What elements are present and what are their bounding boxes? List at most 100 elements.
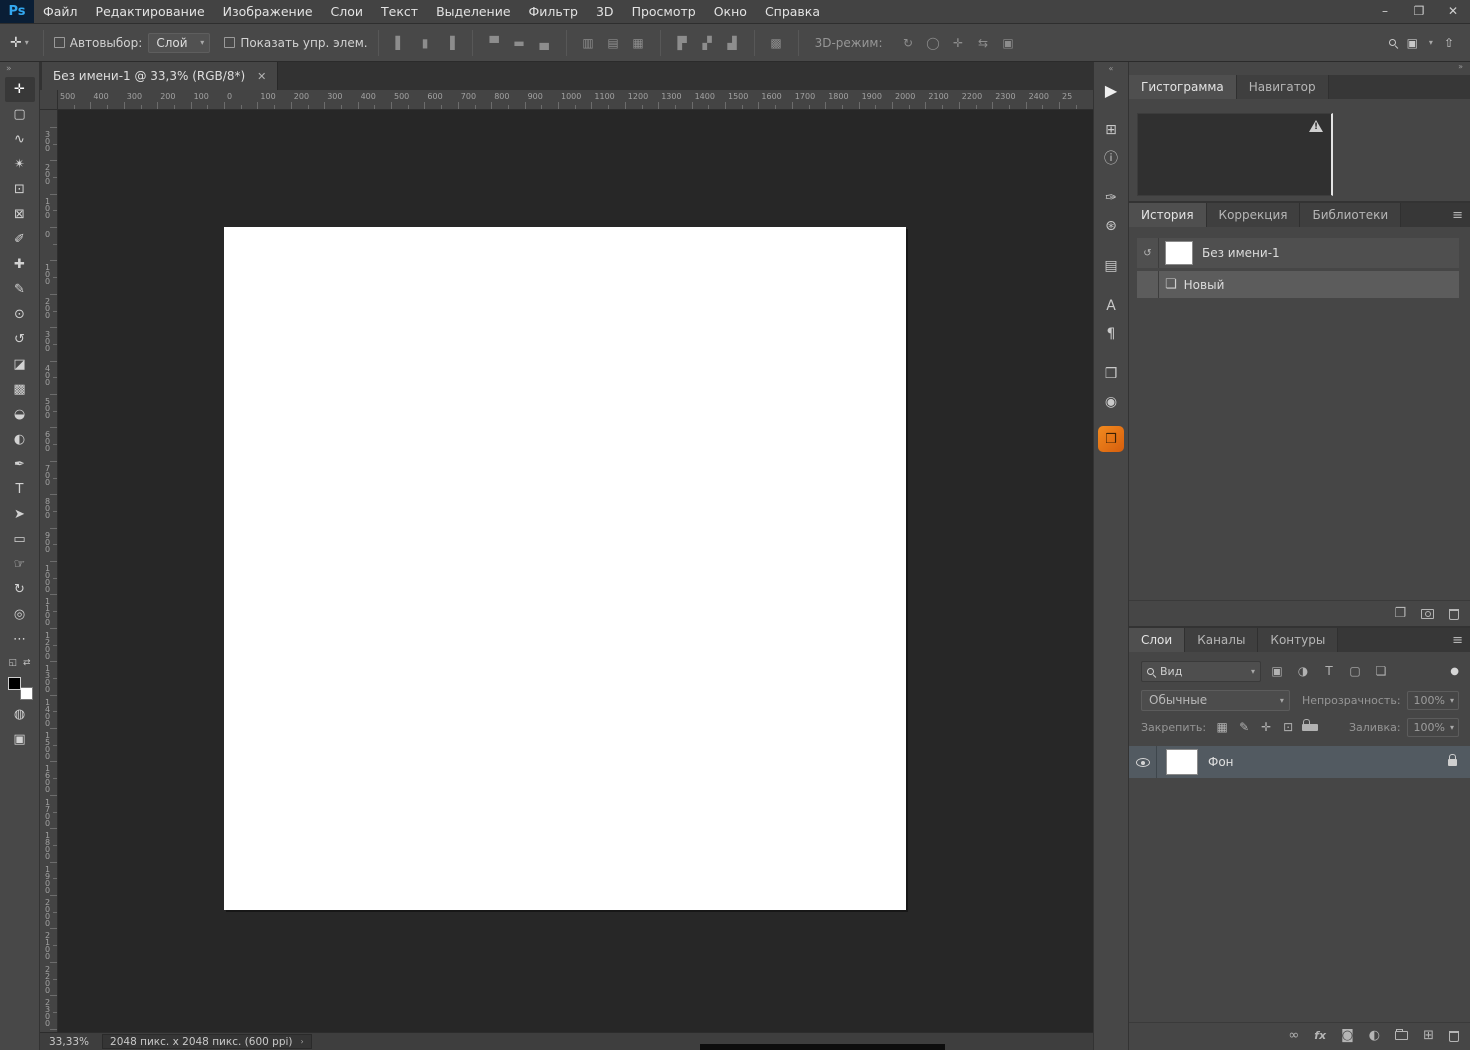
layer-thumbnail[interactable]	[1166, 749, 1198, 775]
tab-коррекция[interactable]: Коррекция	[1206, 203, 1301, 227]
align-horizontal-center-icon[interactable]: ▮	[414, 36, 437, 50]
dodge-tool[interactable]: ◐	[5, 427, 35, 452]
screen-mode-button[interactable]: ▣	[5, 727, 35, 752]
drag-3d-camera-icon[interactable]: ✛	[947, 36, 970, 50]
document-info-field[interactable]: 2048 пикс. x 2048 пикс. (600 ppi) ›	[102, 1034, 312, 1049]
delete-state-icon[interactable]	[1449, 609, 1459, 620]
tab-история[interactable]: История	[1129, 203, 1207, 227]
orbit-3d-camera-icon[interactable]: ↻	[897, 36, 920, 50]
fill-field[interactable]: 100% ▾	[1406, 717, 1459, 737]
crop-tool[interactable]: ⊡	[5, 177, 35, 202]
layer-visibility-cell[interactable]	[1129, 746, 1157, 778]
lock-all-icon[interactable]	[1302, 718, 1319, 731]
brush-tool[interactable]: ✎	[5, 277, 35, 302]
new-layer-icon[interactable]: ⊞	[1423, 1028, 1434, 1043]
new-document-from-state-icon[interactable]: ❐	[1394, 606, 1406, 621]
menubar-item[interactable]: Просмотр	[623, 0, 705, 23]
filtering-toggle-icon[interactable]: ●	[1450, 666, 1459, 677]
layers-panel-menu-icon[interactable]: ≡	[1444, 628, 1470, 652]
rectangle-tool[interactable]: ▭	[5, 527, 35, 552]
clone-stamp-tool[interactable]: ⊙	[5, 302, 35, 327]
history-snapshot-row[interactable]: ↺ Без имени-1	[1137, 238, 1459, 268]
lock-artboard-icon[interactable]: ⊡	[1280, 720, 1296, 734]
frame-tool[interactable]: ⊠	[5, 202, 35, 227]
zoom-tool[interactable]: ◎	[5, 602, 35, 627]
tab-контуры[interactable]: Контуры	[1258, 628, 1339, 652]
menubar-item[interactable]: 3D	[587, 0, 623, 23]
hand-tool[interactable]: ☞	[5, 552, 35, 577]
menubar-item[interactable]: Изображение	[214, 0, 322, 23]
move-tool[interactable]: ✛	[4, 77, 35, 102]
swap-colors-icon[interactable]: ⇄	[23, 658, 31, 668]
menubar-item[interactable]: Слои	[322, 0, 373, 23]
opacity-field[interactable]: 100% ▾	[1406, 690, 1459, 710]
lock-pixels-icon[interactable]: ✎	[1236, 720, 1252, 734]
filter-shape-layers-icon[interactable]: ▢	[1345, 664, 1365, 678]
materials-panel-icon[interactable]: ◉	[1096, 388, 1126, 416]
pasteboard[interactable]	[58, 110, 1093, 1032]
distribute-spacing-icon[interactable]: ▩	[765, 36, 788, 50]
tab-каналы[interactable]: Каналы	[1185, 628, 1259, 652]
layer-filter-type-dropdown[interactable]: Вид ▾	[1141, 660, 1261, 682]
distribute-horizontal-center-icon[interactable]: ▤	[602, 36, 625, 50]
blend-mode-dropdown[interactable]: Обычные ▾	[1141, 689, 1290, 711]
document-canvas[interactable]	[224, 227, 906, 910]
align-middle-icon[interactable]: ▬	[508, 36, 531, 50]
slide-3d-camera-icon[interactable]: ⇆	[972, 36, 995, 50]
gradient-tool[interactable]: ▩	[5, 377, 35, 402]
menubar-item[interactable]: Справка	[756, 0, 829, 23]
menubar-item[interactable]: Окно	[705, 0, 756, 23]
distribute-bottom-icon[interactable]: ▟	[721, 36, 744, 50]
status-chevron-icon[interactable]: ›	[301, 1037, 304, 1046]
history-panel-menu-icon[interactable]: ≡	[1444, 203, 1470, 227]
rectangular-marquee-tool[interactable]: ▢	[5, 102, 35, 127]
horizontal-type-tool[interactable]: T	[5, 477, 35, 502]
filter-adjustment-layers-icon[interactable]: ◑	[1293, 664, 1313, 678]
tab-навигатор[interactable]: Навигатор	[1236, 75, 1329, 99]
link-layers-icon[interactable]: ∞	[1288, 1028, 1299, 1043]
new-group-icon[interactable]	[1395, 1029, 1409, 1040]
menubar-item[interactable]: Редактирование	[87, 0, 214, 23]
move-3d-camera-icon[interactable]: ▣	[997, 36, 1020, 50]
filter-type-layers-icon[interactable]: T	[1319, 664, 1339, 678]
autoselect-target-dropdown[interactable]: Слой ▾	[148, 32, 211, 53]
history-brush-source-well[interactable]	[1137, 271, 1159, 298]
tab-гистограмма[interactable]: Гистограмма	[1129, 75, 1237, 99]
active-tool-indicator[interactable]: ✛ ▾	[6, 35, 33, 51]
restore-button[interactable]: ❐	[1402, 0, 1436, 23]
menubar-item[interactable]: Текст	[372, 0, 427, 23]
align-bottom-icon[interactable]: ▄	[533, 36, 556, 50]
document-tab[interactable]: Без имени-1 @ 33,3% (RGB/8*) ✕	[42, 62, 279, 90]
distribute-middle-icon[interactable]: ▞	[696, 36, 719, 50]
align-top-icon[interactable]: ▀	[483, 36, 506, 50]
add-layer-mask-icon[interactable]: ◙	[1341, 1028, 1354, 1043]
horizontal-ruler[interactable]: 500 400 300 200 100 0 100 200 300 400 500 600 700 800…	[40, 90, 1093, 110]
blur-tool[interactable]: ◒	[5, 402, 35, 427]
history-state-row[interactable]: ❏ Новый	[1137, 271, 1459, 298]
menubar-item[interactable]: Фильтр	[520, 0, 587, 23]
lasso-tool[interactable]: ∿	[5, 127, 35, 152]
filter-smart-objects-icon[interactable]: ❏	[1371, 664, 1391, 678]
pen-tool[interactable]: ✒	[5, 452, 35, 477]
roll-3d-camera-icon[interactable]: ◯	[922, 36, 945, 50]
3d-panel-icon[interactable]: ❒	[1096, 360, 1126, 388]
tab-close-icon[interactable]: ✕	[257, 70, 266, 83]
close-button[interactable]: ✕	[1436, 0, 1470, 23]
new-snapshot-icon[interactable]	[1421, 608, 1434, 619]
path-selection-tool[interactable]: ➤	[5, 502, 35, 527]
minimize-button[interactable]: –	[1368, 0, 1402, 23]
history-brush-tool[interactable]: ↺	[5, 327, 35, 352]
menubar-item[interactable]: Выделение	[427, 0, 519, 23]
tab-библиотеки[interactable]: Библиотеки	[1300, 203, 1402, 227]
quick-mask-mode-button[interactable]: ◍	[5, 702, 35, 727]
search-icon[interactable]	[1388, 39, 1396, 46]
lock-position-icon[interactable]: ✛	[1258, 720, 1274, 734]
align-left-icon[interactable]: ▌	[389, 36, 412, 50]
distribute-right-icon[interactable]: ▦	[627, 36, 650, 50]
quick-selection-tool[interactable]: ✴	[5, 152, 35, 177]
rotate-view-tool[interactable]: ↻	[5, 577, 35, 602]
artboard-panel-icon[interactable]: ⊞	[1096, 116, 1126, 144]
zoom-level-field[interactable]: 33,33%	[40, 1036, 98, 1048]
actions-play-icon[interactable]: ▶	[1096, 76, 1126, 104]
distribute-top-icon[interactable]: ▛	[671, 36, 694, 50]
